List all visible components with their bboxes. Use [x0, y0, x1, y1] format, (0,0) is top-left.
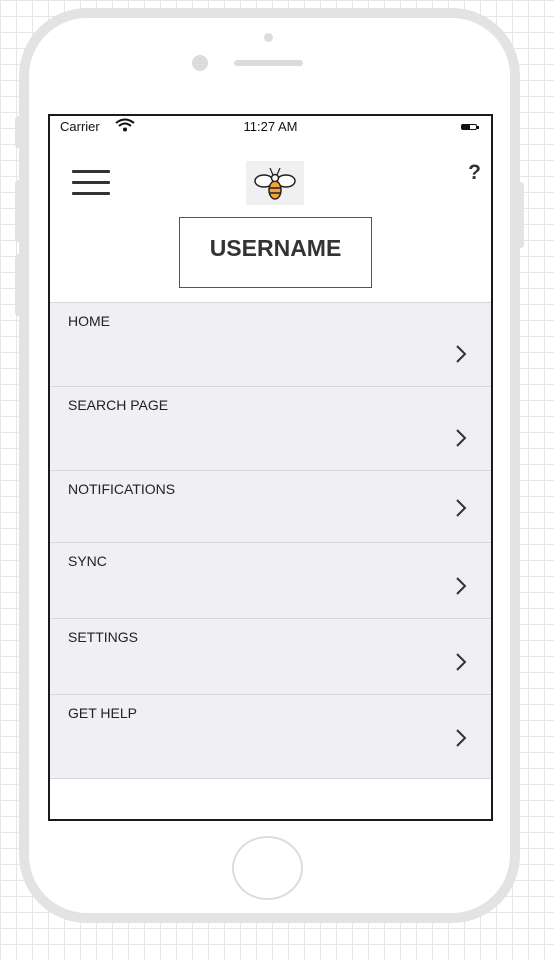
- chevron-right-icon: [456, 429, 467, 447]
- chevron-right-icon: [456, 577, 467, 595]
- nav-item-settings[interactable]: SETTINGS: [50, 619, 491, 695]
- nav-item-label: SETTINGS: [68, 629, 139, 645]
- nav-item-notifications[interactable]: NOTIFICATIONS: [50, 471, 491, 543]
- side-button-volume-down: [15, 254, 21, 316]
- chevron-right-icon: [456, 345, 467, 363]
- chevron-right-icon: [456, 729, 467, 747]
- chevron-right-icon: [456, 499, 467, 517]
- bee-icon: [246, 161, 304, 205]
- nav-item-label: NOTIFICATIONS: [68, 481, 176, 497]
- nav-item-sync[interactable]: SYNC: [50, 543, 491, 619]
- status-bar: Carrier 11:27 AM: [50, 116, 491, 138]
- help-icon[interactable]: ?: [468, 161, 481, 185]
- side-button-mute: [15, 116, 21, 148]
- phone-screen: Carrier 11:27 AM ? USERNAME HOME SEARCH …: [48, 114, 493, 821]
- nav-item-get-help[interactable]: GET HELP: [50, 695, 491, 779]
- nav-list: HOME SEARCH PAGE NOTIFICATIONS SYNC SETT…: [50, 302, 491, 779]
- proximity-sensor: [192, 55, 208, 71]
- nav-item-label: SYNC: [68, 553, 107, 569]
- username-box: USERNAME: [179, 217, 372, 288]
- battery-icon: [461, 124, 479, 130]
- nav-item-label: HOME: [68, 313, 110, 329]
- nav-item-label: GET HELP: [68, 705, 137, 721]
- side-button-volume-up: [15, 180, 21, 242]
- status-time: 11:27 AM: [243, 119, 298, 134]
- home-button[interactable]: [232, 836, 303, 900]
- nav-item-home[interactable]: HOME: [50, 303, 491, 387]
- hamburger-menu-icon[interactable]: [72, 170, 112, 196]
- side-button-power: [518, 182, 524, 248]
- front-camera: [264, 33, 273, 42]
- nav-item-label: SEARCH PAGE: [68, 397, 169, 413]
- nav-item-search-page[interactable]: SEARCH PAGE: [50, 387, 491, 471]
- earpiece-speaker: [234, 60, 303, 66]
- chevron-right-icon: [456, 653, 467, 671]
